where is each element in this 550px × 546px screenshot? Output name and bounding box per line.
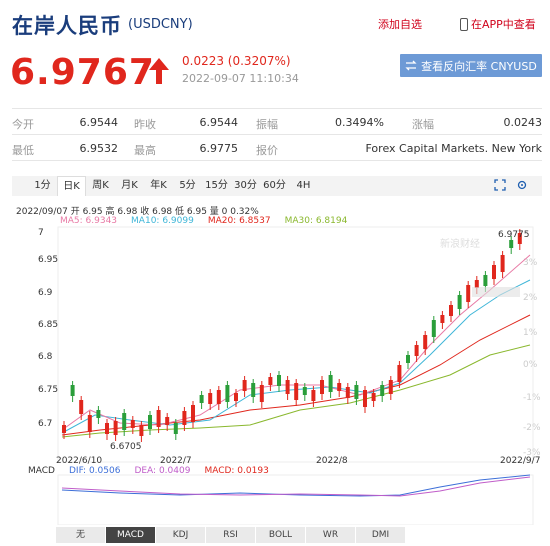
reverse-rate-button[interactable]: 查看反向汇率 CNYUSD bbox=[400, 54, 542, 77]
header: 在岸人民币 (USDCNY) 添加自选 在APP中查看 bbox=[0, 0, 550, 44]
stat-value: 0.0243 bbox=[503, 116, 543, 129]
high-label: 6.9775 bbox=[498, 230, 530, 240]
stat-label: 报价 bbox=[256, 144, 278, 157]
svg-text:2022/6/10: 2022/6/10 bbox=[56, 456, 102, 466]
indicator-boll[interactable]: BOLL bbox=[256, 527, 306, 543]
y-tick: 6.95 bbox=[38, 255, 58, 265]
indicator-tabs: 无 MACD KDJ RSI BOLL WR DMI bbox=[56, 527, 406, 543]
svg-text:-1%: -1% bbox=[523, 393, 541, 403]
tab-yearly[interactable]: 年K bbox=[144, 176, 173, 196]
x-axis: 2022/6/10 2022/7 2022/8 2022/9/7 bbox=[56, 456, 540, 466]
indicator-wr[interactable]: WR bbox=[306, 527, 356, 543]
stat-value: 6.9532 bbox=[79, 142, 119, 155]
stat-value: 6.9544 bbox=[79, 116, 119, 129]
stat-label: 最高 bbox=[134, 144, 156, 157]
svg-text:-2%: -2% bbox=[523, 423, 541, 433]
phone-icon bbox=[460, 17, 468, 31]
tab-daily[interactable]: 日K bbox=[57, 176, 86, 196]
pct-axis: 3% 2% 1% 0% -1% -2% -3% bbox=[523, 258, 541, 458]
stat-value: 6.9544 bbox=[199, 116, 239, 129]
y-axis: 7 6.95 6.9 6.85 6.8 6.75 6.7 bbox=[38, 228, 58, 429]
moving-averages bbox=[61, 254, 531, 438]
y-tick: 6.85 bbox=[38, 320, 58, 330]
current-price: 6.9767 bbox=[10, 52, 155, 93]
stat-label: 今开 bbox=[12, 118, 34, 131]
svg-text:0%: 0% bbox=[523, 360, 538, 370]
tab-30min[interactable]: 30分 bbox=[231, 176, 260, 196]
svg-text:2022/8: 2022/8 bbox=[316, 456, 348, 466]
quote-timestamp: 2022-09-07 11:10:34 bbox=[182, 72, 299, 85]
macd-panel bbox=[57, 474, 534, 525]
quote-stats-table: 今开 6.9544 昨收 6.9544 振幅 0.3494% 涨幅 0.0243… bbox=[12, 108, 542, 161]
symbol-code: (USDCNY) bbox=[128, 17, 193, 32]
svg-text:2022/7: 2022/7 bbox=[160, 456, 192, 466]
svg-text:2022/9/7: 2022/9/7 bbox=[500, 456, 540, 466]
indicator-none[interactable]: 无 bbox=[56, 527, 106, 543]
stats-row: 最低 6.9532 最高 6.9775 报价 Forex Capital Mar… bbox=[12, 135, 542, 161]
candles bbox=[62, 229, 522, 442]
period-tabs: 1分 日K 周K 月K 年K 5分 15分 30分 60分 4H bbox=[12, 176, 542, 196]
y-tick: 6.8 bbox=[38, 352, 53, 362]
svg-text:2%: 2% bbox=[523, 293, 538, 303]
kline-chart[interactable]: 7 6.95 6.9 6.85 6.8 6.75 6.7 3% 2% 1% 0%… bbox=[0, 225, 550, 525]
stat-value: 0.3494% bbox=[335, 116, 384, 129]
tab-1min[interactable]: 1分 bbox=[28, 176, 57, 196]
stat-value: 6.9775 bbox=[199, 142, 239, 155]
tab-monthly[interactable]: 月K bbox=[115, 176, 144, 196]
swap-icon bbox=[405, 60, 417, 71]
stat-label: 最低 bbox=[12, 144, 34, 157]
stat-label: 涨幅 bbox=[412, 118, 434, 131]
stat-value: Forex Capital Markets. New York bbox=[365, 142, 543, 155]
settings-icon[interactable] bbox=[516, 179, 528, 191]
indicator-kdj[interactable]: KDJ bbox=[156, 527, 206, 543]
page-title: 在岸人民币 bbox=[12, 14, 122, 38]
up-arrow-icon bbox=[149, 58, 169, 84]
tab-weekly[interactable]: 周K bbox=[86, 176, 115, 196]
tab-60min[interactable]: 60分 bbox=[260, 176, 289, 196]
indicator-rsi[interactable]: RSI bbox=[206, 527, 256, 543]
tab-15min[interactable]: 15分 bbox=[202, 176, 231, 196]
y-tick: 6.75 bbox=[38, 385, 58, 395]
stat-label: 昨收 bbox=[134, 118, 156, 131]
add-watchlist-button[interactable]: 添加自选 bbox=[378, 16, 422, 32]
tab-5min[interactable]: 5分 bbox=[173, 176, 202, 196]
low-label: 6.6705 bbox=[110, 442, 142, 452]
watermark: 新浪财经 bbox=[440, 237, 480, 250]
open-app-link[interactable]: 在APP中查看 bbox=[460, 16, 536, 32]
indicator-macd[interactable]: MACD bbox=[106, 527, 156, 543]
y-tick: 7 bbox=[38, 228, 44, 238]
y-tick: 6.7 bbox=[38, 419, 52, 429]
indicator-dmi[interactable]: DMI bbox=[356, 527, 406, 543]
macd-legend: MACD DIF: 0.0506 DEA: 0.0409 MACD: 0.019… bbox=[28, 466, 269, 476]
svg-text:1%: 1% bbox=[523, 328, 538, 338]
y-tick: 6.9 bbox=[38, 288, 53, 298]
stat-label: 振幅 bbox=[256, 118, 278, 131]
price-change: 0.0223 (0.3207%) bbox=[182, 54, 291, 68]
tab-4h[interactable]: 4H bbox=[289, 176, 318, 196]
stats-row: 今开 6.9544 昨收 6.9544 振幅 0.3494% 涨幅 0.0243 bbox=[12, 109, 542, 135]
fullscreen-icon[interactable] bbox=[494, 179, 506, 191]
